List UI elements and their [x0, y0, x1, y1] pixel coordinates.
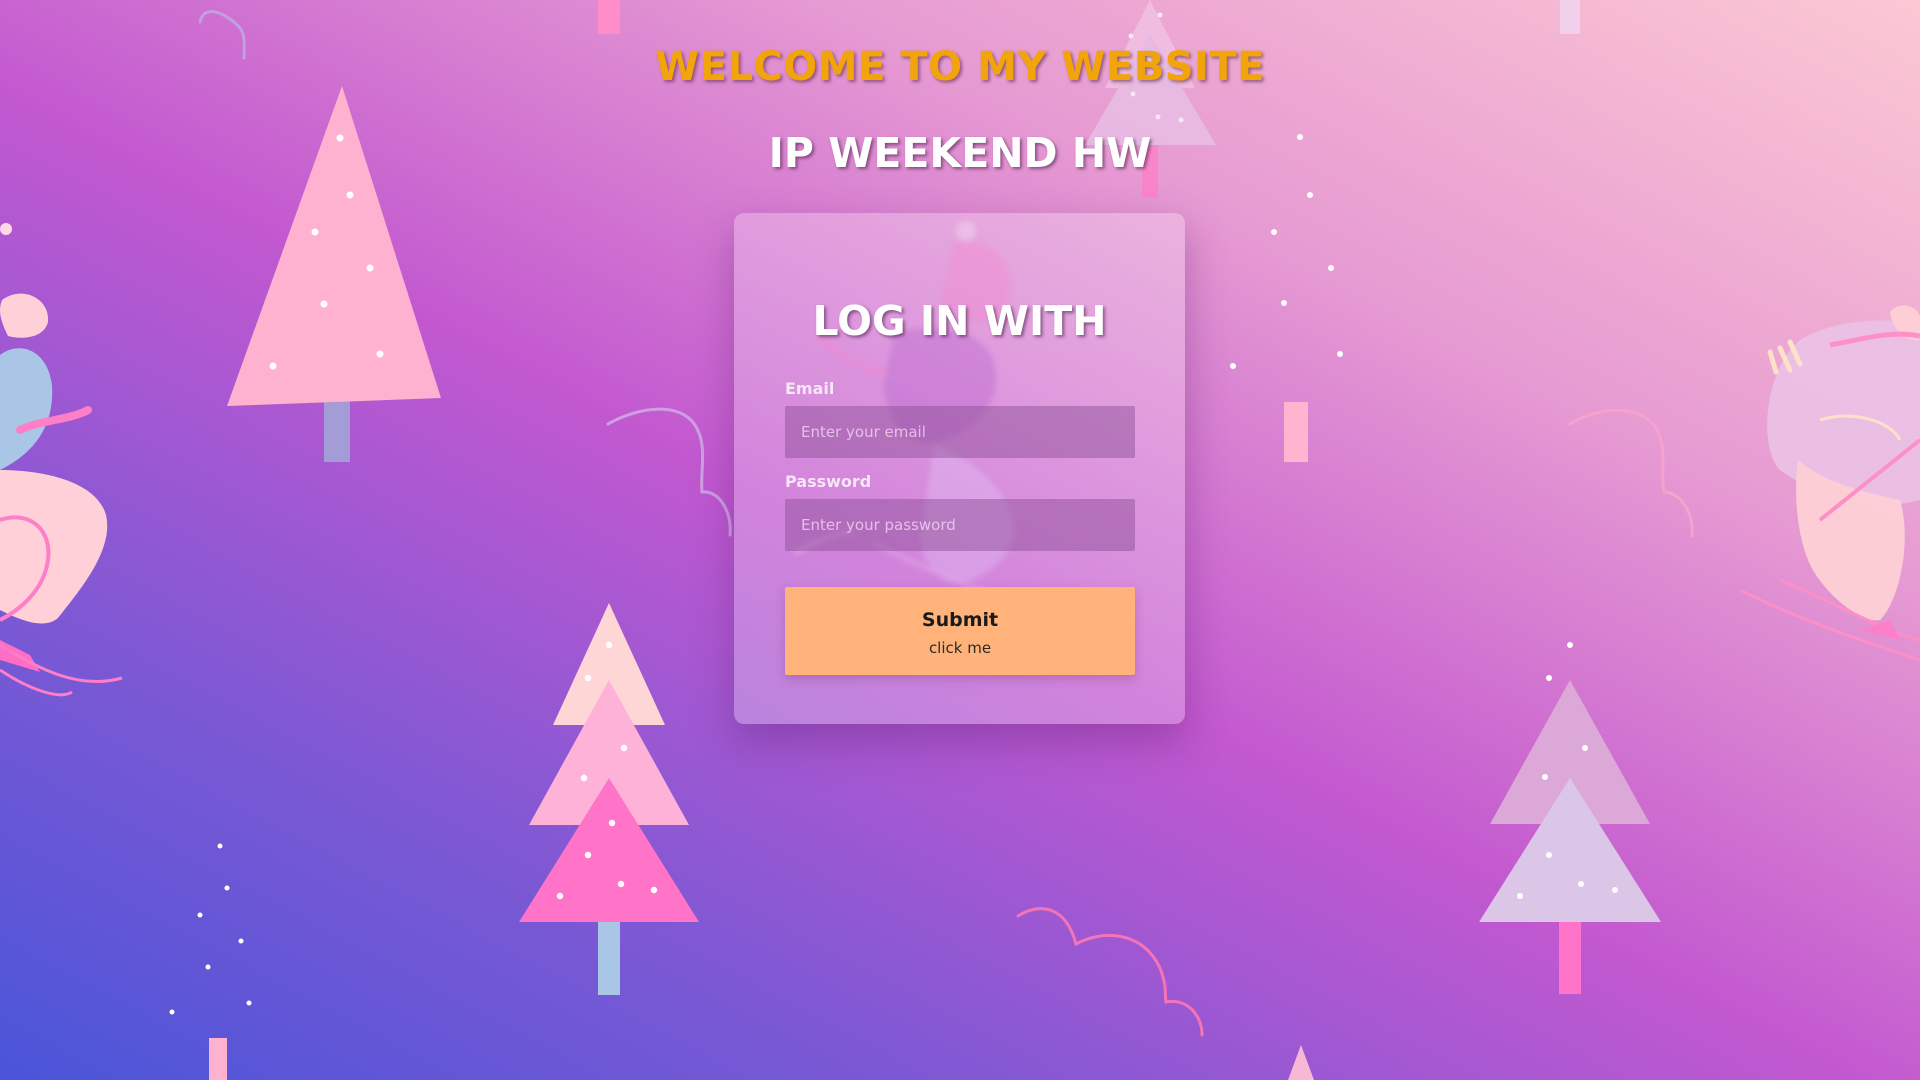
pine-tree-icon: [1288, 1045, 1314, 1080]
email-label: Email: [785, 379, 835, 398]
welcome-heading: WELCOME TO MY WEBSITE: [655, 44, 1265, 90]
password-field[interactable]: [785, 499, 1135, 551]
submit-label: Submit: [921, 609, 999, 631]
submit-button[interactable]: Submit click me: [785, 587, 1135, 675]
skier-icon: [0, 223, 123, 697]
submit-sublabel: click me: [928, 639, 992, 657]
page-subtitle: IP WEEKEND HW: [768, 129, 1152, 177]
login-title: LOG IN WITH: [812, 297, 1107, 345]
pine-tree-icon: [1479, 642, 1661, 994]
skier-icon: [1739, 305, 1920, 662]
login-card: LOG IN WITH Email Password Submit click …: [734, 213, 1185, 724]
pine-tree-icon: [519, 603, 699, 995]
password-label: Password: [785, 472, 872, 491]
email-field[interactable]: [785, 406, 1135, 458]
